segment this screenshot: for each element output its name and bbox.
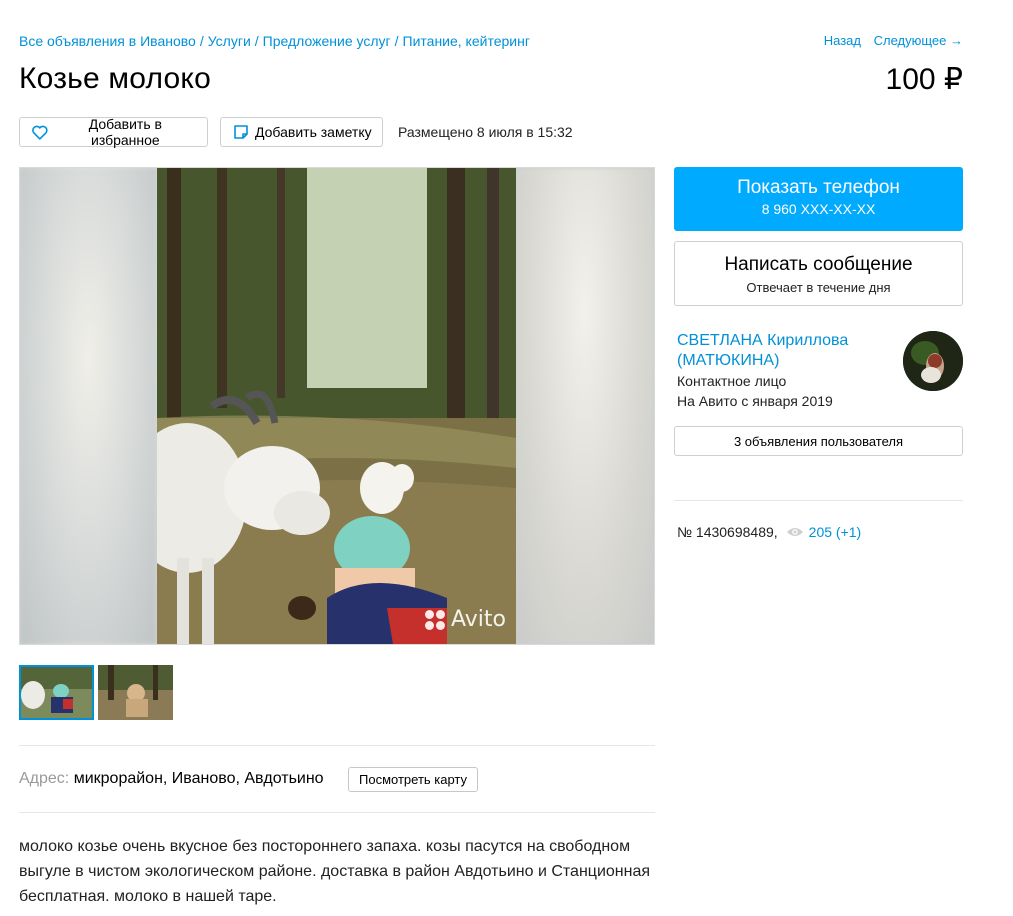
heart-icon bbox=[32, 125, 48, 140]
write-message-button[interactable]: Написать сообщение Отвечает в течение дн… bbox=[674, 241, 963, 306]
show-phone-button[interactable]: Показать телефон 8 960 XXX-XX-XX bbox=[674, 167, 963, 231]
write-message-label: Написать сообщение bbox=[724, 254, 913, 275]
user-ads-button[interactable]: 3 объявления пользователя bbox=[674, 426, 963, 456]
views-count: 205 (+1) bbox=[786, 524, 862, 540]
add-to-favorites-button[interactable]: Добавить в избранное bbox=[19, 116, 208, 148]
phone-masked: 8 960 XXX-XX-XX bbox=[761, 201, 876, 217]
seller-since: На Авито с января 2019 bbox=[677, 393, 833, 409]
breadcrumb-all-ads[interactable]: Все объявления в Иваново bbox=[19, 33, 196, 49]
description: молоко козье очень вкусное без посторонн… bbox=[19, 838, 651, 905]
listing-navigation: Назад Следующее → bbox=[815, 33, 963, 48]
breadcrumb-service-offer[interactable]: Предложение услуг bbox=[263, 33, 391, 49]
sidebar-divider bbox=[674, 500, 963, 501]
avito-watermark: Avito bbox=[425, 607, 506, 632]
breadcrumb-services[interactable]: Услуги bbox=[208, 33, 251, 49]
divider bbox=[19, 812, 655, 813]
thumbnail-2[interactable] bbox=[98, 665, 173, 720]
listing-number: № 1430698489, bbox=[677, 524, 778, 540]
seller-role: Контактное лицо bbox=[677, 373, 787, 389]
views-value: 205 (+1) bbox=[808, 524, 862, 540]
breadcrumb: Все объявления в Иваново / Услуги / Предложе… bbox=[19, 33, 530, 49]
thumbnail-1[interactable] bbox=[19, 665, 94, 720]
breadcrumb-catering[interactable]: Питание, кейтеринг bbox=[403, 33, 530, 49]
next-link[interactable]: Следующее → bbox=[874, 33, 963, 48]
price: 100 ₽ bbox=[885, 63, 963, 96]
show-phone-label: Показать телефон bbox=[737, 177, 900, 198]
gallery-blur-left bbox=[20, 168, 157, 644]
reply-time: Отвечает в течение дня bbox=[746, 280, 891, 295]
note-icon bbox=[234, 125, 248, 139]
goat-child-photo bbox=[157, 168, 516, 644]
avatar[interactable] bbox=[903, 331, 963, 391]
address: Адрес: микрорайон, Иваново, Авдотьино bbox=[19, 770, 324, 788]
posted-date: Размещено 8 июля в 15:32 bbox=[398, 124, 573, 140]
address-value: микрорайон, Иваново, Авдотьино bbox=[73, 770, 324, 787]
page-title: Козье молоко bbox=[19, 62, 211, 95]
address-label: Адрес: bbox=[19, 770, 70, 787]
watermark-text: Avito bbox=[451, 607, 506, 632]
favorites-label: Добавить в избранное bbox=[88, 116, 162, 148]
view-map-button[interactable]: Посмотреть карту bbox=[348, 767, 479, 792]
gallery-blur-right bbox=[515, 168, 654, 644]
listing-meta: № 1430698489, 205 (+1) bbox=[677, 524, 861, 540]
note-label: Добавить заметку bbox=[255, 124, 372, 140]
photo-gallery[interactable]: Avito bbox=[19, 167, 655, 645]
back-link[interactable]: Назад bbox=[824, 33, 861, 48]
main-photo[interactable]: Avito bbox=[157, 168, 516, 644]
add-note-button[interactable]: Добавить заметку bbox=[220, 117, 383, 147]
seller-name-link[interactable]: СВЕТЛАНА Кириллова (МАТЮКИНА) bbox=[677, 331, 887, 371]
divider bbox=[19, 745, 655, 746]
eye-icon bbox=[786, 528, 803, 536]
